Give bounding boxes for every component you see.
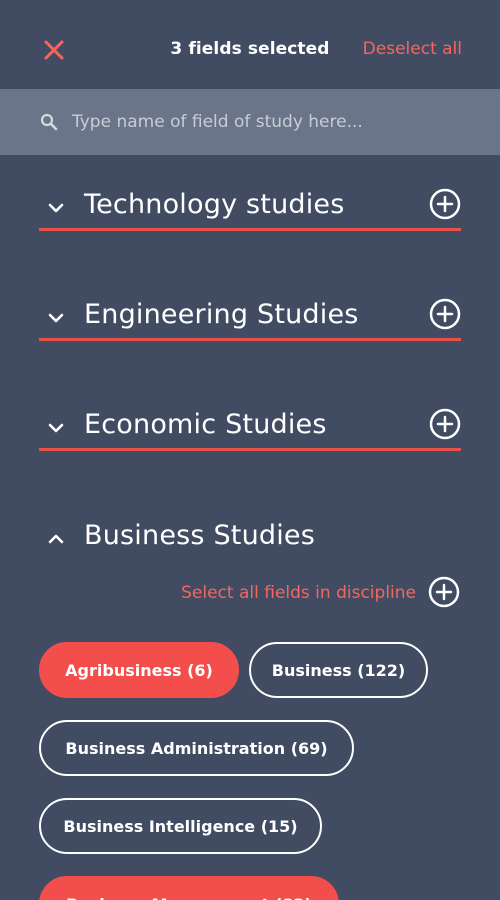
discipline-label: Business Studies <box>84 520 315 551</box>
select-all-fields-button[interactable]: Select all fields in discipline <box>160 576 460 610</box>
deselect-all-button[interactable]: Deselect all <box>363 39 462 59</box>
add-circle-icon[interactable] <box>429 188 461 220</box>
search-bar <box>0 89 500 155</box>
add-circle-icon <box>428 576 460 608</box>
discipline-economic-studies[interactable]: Economic Studies <box>39 403 461 451</box>
add-circle-icon[interactable] <box>429 408 461 440</box>
field-chip-business-administration[interactable]: Business Administration (69) <box>39 720 354 776</box>
chevron-down-icon <box>48 203 64 213</box>
add-circle-icon[interactable] <box>429 298 461 330</box>
header: 3 fields selected Deselect all <box>0 0 500 90</box>
search-input[interactable] <box>72 108 472 136</box>
select-all-label: Select all fields in discipline <box>181 583 416 603</box>
discipline-label: Technology studies <box>84 189 345 220</box>
field-of-study-screen: 3 fields selected Deselect all Technolog… <box>0 0 500 900</box>
discipline-business-studies[interactable]: Business Studies <box>39 514 461 562</box>
field-chip-business[interactable]: Business (122) <box>249 642 428 698</box>
field-chip-business-management[interactable]: Business Management (83) <box>39 876 339 900</box>
chevron-up-icon <box>48 534 64 544</box>
discipline-technology-studies[interactable]: Technology studies <box>39 183 461 231</box>
field-chip-agribusiness[interactable]: Agribusiness (6) <box>39 642 239 698</box>
field-chip-business-intelligence[interactable]: Business Intelligence (15) <box>39 798 322 854</box>
search-icon <box>40 113 58 131</box>
discipline-label: Engineering Studies <box>84 299 359 330</box>
chevron-down-icon <box>48 313 64 323</box>
discipline-label: Economic Studies <box>84 409 327 440</box>
discipline-engineering-studies[interactable]: Engineering Studies <box>39 293 461 341</box>
chevron-down-icon <box>48 423 64 433</box>
